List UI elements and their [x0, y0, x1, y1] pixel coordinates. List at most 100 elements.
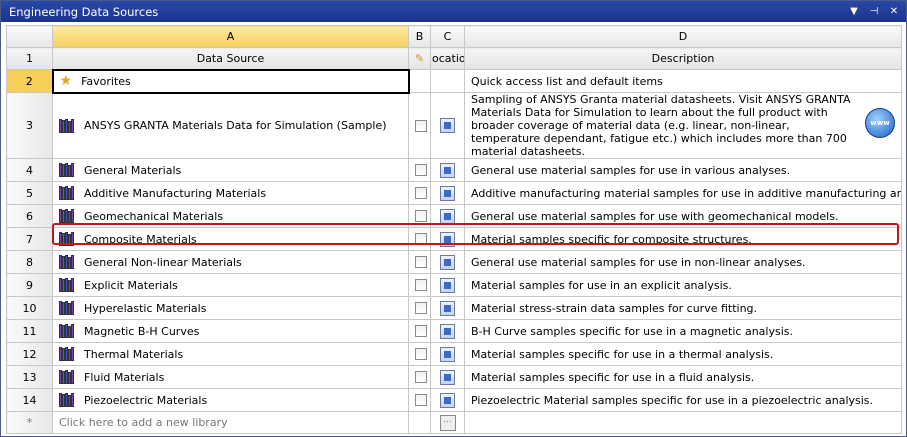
edit-checkbox[interactable] — [415, 187, 427, 199]
data-source-name: Piezoelectric Materials — [84, 393, 208, 407]
www-icon[interactable]: www — [865, 108, 895, 138]
pencil-icon: ✎ — [415, 52, 425, 65]
description-text: Additive manufacturing material samples … — [471, 186, 902, 200]
data-source-name: Composite Materials — [84, 232, 197, 246]
location-icon[interactable] — [440, 323, 455, 339]
browse-button[interactable]: ... — [439, 414, 456, 431]
data-source-cell[interactable]: ANSYS GRANTA Materials Data for Simulati… — [52, 92, 409, 159]
location-icon[interactable] — [440, 185, 455, 201]
data-source-cell[interactable]: General Non-linear Materials — [52, 250, 409, 274]
header-row: 1 Data Source ✎ ocation Description — [6, 47, 902, 70]
table-row[interactable]: 2 ★ Favorites Quick access list and default… — [6, 68, 902, 94]
edit-checkbox[interactable] — [415, 210, 427, 222]
edit-checkbox[interactable] — [415, 256, 427, 268]
table-row[interactable]: 12 Thermal Materials Material samples spec… — [6, 342, 902, 366]
location-icon[interactable] — [440, 369, 455, 385]
row-number: 11 — [6, 319, 53, 343]
description-text: Sampling of ANSYS Granta material datash… — [471, 93, 851, 158]
edit-checkbox[interactable] — [415, 233, 427, 245]
edit-checkbox[interactable] — [415, 394, 427, 406]
table-row[interactable]: 10 Hyperelastic Materials Material stress-… — [6, 296, 902, 320]
row-number: 13 — [6, 365, 53, 389]
table-row[interactable]: 6 Geomechanical Materials General use mate… — [6, 204, 902, 228]
edit-checkbox[interactable] — [415, 164, 427, 176]
add-library-input[interactable]: Click here to add a new library — [52, 411, 409, 434]
location-icon[interactable] — [440, 231, 455, 247]
library-books-icon — [59, 186, 75, 200]
data-source-name: Additive Manufacturing Materials — [84, 186, 267, 200]
row-number: 8 — [6, 250, 53, 274]
data-source-cell[interactable]: Geomechanical Materials — [52, 204, 409, 228]
edit-checkbox[interactable] — [415, 279, 427, 291]
edit-checkbox[interactable] — [415, 119, 427, 132]
data-source-cell[interactable]: Additive Manufacturing Materials — [52, 181, 409, 205]
row-number: * — [6, 411, 53, 434]
corner-cell — [6, 25, 53, 48]
table-row[interactable]: 13 Fluid Materials Material samples specif… — [6, 365, 902, 389]
location-icon[interactable] — [440, 392, 455, 408]
data-source-cell[interactable]: General Materials — [52, 158, 409, 182]
library-books-icon — [59, 255, 75, 269]
description-cell: Material samples specific for use in a f… — [464, 365, 902, 389]
library-books-icon — [59, 278, 75, 292]
description-text: Material samples specific for composite … — [471, 232, 752, 246]
pin-icon[interactable]: ⊣ — [866, 4, 882, 20]
location-icon[interactable] — [440, 118, 455, 133]
data-source-cell[interactable]: Thermal Materials — [52, 342, 409, 366]
data-source-cell[interactable]: Composite Materials — [52, 227, 409, 251]
column-header-a[interactable]: A — [52, 25, 409, 48]
table-row[interactable]: 11 Magnetic B-H Curves B-H Curve samples s… — [6, 319, 902, 343]
location-icon[interactable] — [440, 346, 455, 362]
location-icon[interactable] — [440, 254, 455, 270]
description-text: Material samples specific for use in a t… — [471, 347, 774, 361]
table-row[interactable]: 9 Explicit Materials Material samples for … — [6, 273, 902, 297]
description-cell: Quick access list and default items — [464, 69, 902, 93]
row-number: 14 — [6, 388, 53, 412]
column-header-c[interactable]: C — [430, 25, 465, 48]
edit-checkbox[interactable] — [415, 348, 427, 360]
description-text: General use material samples for use in … — [471, 255, 806, 269]
data-source-cell[interactable]: Explicit Materials — [52, 273, 409, 297]
data-source-cell[interactable]: Piezoelectric Materials — [52, 388, 409, 412]
edit-checkbox[interactable] — [415, 371, 427, 383]
description-text: Material samples specific for use in a f… — [471, 370, 755, 384]
row-number: 1 — [6, 47, 53, 70]
data-source-name: ANSYS GRANTA Materials Data for Simulati… — [84, 119, 387, 133]
table-row[interactable]: 7 Composite Materials Material samples spe… — [6, 227, 902, 251]
location-icon[interactable] — [440, 300, 455, 316]
edit-checkbox[interactable] — [415, 325, 427, 337]
data-source-name: Explicit Materials — [84, 278, 178, 292]
data-source-cell[interactable]: Magnetic B-H Curves — [52, 319, 409, 343]
library-books-icon — [59, 393, 75, 407]
library-books-icon — [59, 118, 75, 133]
description-cell: B-H Curve samples specific for use in a … — [464, 319, 902, 343]
engineering-data-sources-window: Engineering Data Sources ▼ ⊣ ✕ A B C D 1… — [0, 0, 907, 437]
description-cell: Sampling of ANSYS Granta material datash… — [464, 92, 902, 159]
data-source-name: Fluid Materials — [84, 370, 165, 384]
titlebar: Engineering Data Sources ▼ ⊣ ✕ — [1, 1, 906, 22]
data-source-name: General Non-linear Materials — [84, 255, 242, 269]
table-row[interactable]: 3 ANSYS GRANTA Materials Data for Simulat… — [6, 92, 902, 159]
table-row[interactable]: 8 General Non-linear Materials General use… — [6, 250, 902, 274]
close-icon[interactable]: ✕ — [886, 4, 902, 20]
edit-checkbox[interactable] — [415, 302, 427, 314]
dropdown-icon[interactable]: ▼ — [846, 4, 862, 20]
location-icon[interactable] — [440, 277, 455, 293]
data-source-header: Data Source — [52, 47, 409, 70]
location-icon[interactable] — [440, 208, 455, 224]
add-library-row[interactable]: * Click here to add a new library ... — [6, 411, 902, 434]
edit-header: ✎ — [408, 47, 431, 70]
data-source-name: General Materials — [84, 163, 182, 177]
table-row[interactable]: 4 General Materials General use material s… — [6, 158, 902, 182]
data-source-cell[interactable]: Hyperelastic Materials — [52, 296, 409, 320]
table-row[interactable]: 14 Piezoelectric Materials Piezoelectric M… — [6, 388, 902, 412]
table-row[interactable]: 5 Additive Manufacturing Materials Additiv… — [6, 181, 902, 205]
data-source-cell[interactable]: ★ Favorites — [51, 68, 410, 94]
location-icon[interactable] — [440, 162, 455, 178]
column-header-d[interactable]: D — [464, 25, 902, 48]
data-source-cell[interactable]: Fluid Materials — [52, 365, 409, 389]
column-header-row: A B C D — [6, 25, 902, 48]
description-text: Material samples for use in an explicit … — [471, 278, 732, 292]
column-header-b[interactable]: B — [408, 25, 431, 48]
description-cell: General use material samples for use in … — [464, 158, 902, 182]
